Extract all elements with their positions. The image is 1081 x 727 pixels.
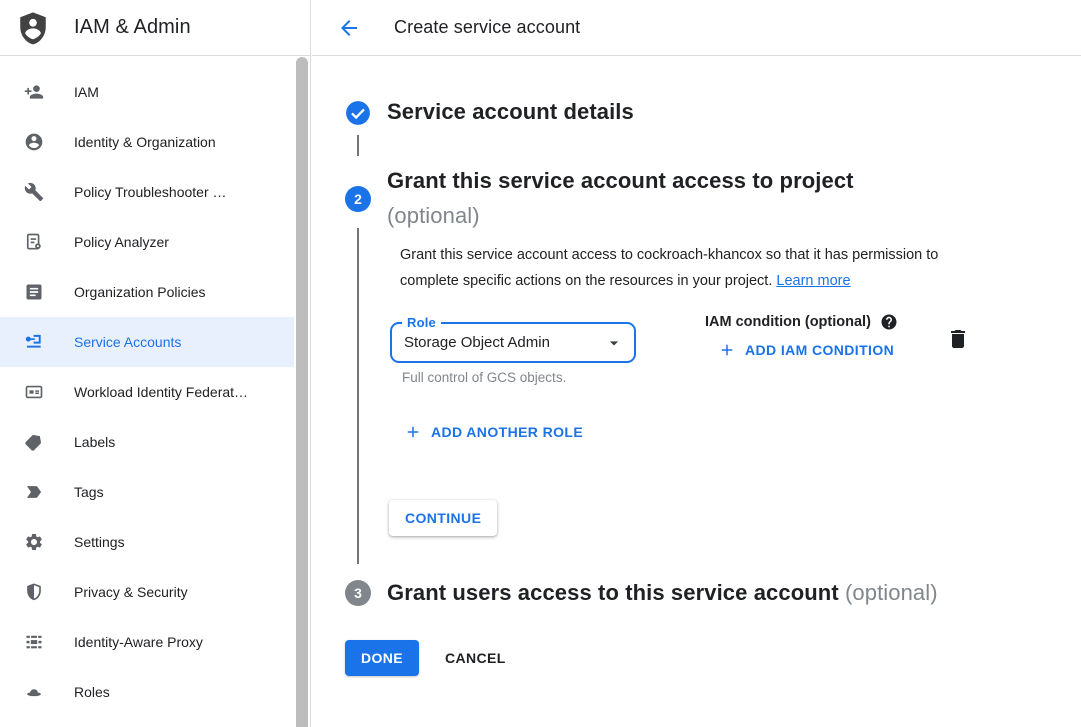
role-selected-value: Storage Object Admin xyxy=(404,334,550,351)
add-another-role-button[interactable]: ADD ANOTHER ROLE xyxy=(404,423,583,441)
sidebar-item-settings[interactable]: Settings xyxy=(0,517,294,567)
chevron-down-icon xyxy=(604,333,624,353)
sidebar-item-policy-troubleshooter[interactable]: Policy Troubleshooter … xyxy=(0,167,294,217)
iam-condition-label: IAM condition (optional) xyxy=(705,314,871,330)
role-field-label: Role xyxy=(402,315,441,330)
sidebar-item-identity-aware-proxy[interactable]: Identity-Aware Proxy xyxy=(0,617,294,667)
person-add-icon xyxy=(24,82,44,102)
sidebar-item-label: Identity & Organization xyxy=(74,134,216,150)
sidebar-nav: IAM Identity & Organization Policy Troub… xyxy=(0,67,294,717)
product-title: IAM & Admin xyxy=(74,16,191,39)
iam-admin-shield-icon xyxy=(16,11,50,45)
sidebar-item-labels[interactable]: Labels xyxy=(0,417,294,467)
sidebar-item-label: Tags xyxy=(74,484,104,500)
back-button[interactable] xyxy=(337,16,361,40)
add-iam-condition-label: ADD IAM CONDITION xyxy=(745,342,894,358)
wrench-icon xyxy=(24,182,44,202)
step2-title: Grant this service account access to pro… xyxy=(387,168,854,194)
sidebar-item-roles[interactable]: Roles xyxy=(0,667,294,717)
hat-icon xyxy=(24,682,44,702)
sidebar: IAM & Admin IAM Identity & Organization … xyxy=(0,0,311,727)
sidebar-item-label: Privacy & Security xyxy=(74,584,188,600)
add-iam-condition-button[interactable]: ADD IAM CONDITION xyxy=(718,341,894,359)
sidebar-item-identity-organization[interactable]: Identity & Organization xyxy=(0,117,294,167)
sidebar-item-label: Roles xyxy=(74,684,110,700)
page-title: Create service account xyxy=(394,17,580,38)
id-card-icon xyxy=(24,382,44,402)
gear-icon xyxy=(24,532,44,552)
step3-title-text: Grant users access to this service accou… xyxy=(387,580,839,605)
tag-arrow-icon xyxy=(24,482,44,502)
iam-condition-header: IAM condition (optional) xyxy=(705,313,898,331)
account-circle-icon xyxy=(24,132,44,152)
plus-icon xyxy=(718,341,736,359)
sidebar-item-tags[interactable]: Tags xyxy=(0,467,294,517)
shield-half-icon xyxy=(24,582,44,602)
trash-icon xyxy=(946,327,970,353)
page-header: Create service account xyxy=(312,0,1081,56)
step-connector xyxy=(357,228,359,564)
sidebar-item-iam[interactable]: IAM xyxy=(0,67,294,117)
step2-description-text: Grant this service account access to coc… xyxy=(400,247,938,289)
role-helper-text: Full control of GCS objects. xyxy=(402,370,566,385)
step-connector xyxy=(357,135,359,156)
delete-role-button[interactable] xyxy=(946,327,972,353)
proxy-grid-icon xyxy=(24,632,44,652)
sidebar-header: IAM & Admin xyxy=(0,0,310,56)
cancel-button[interactable]: CANCEL xyxy=(437,640,514,676)
service-account-icon xyxy=(24,332,44,352)
sidebar-item-workload-identity-federation[interactable]: Workload Identity Federat… xyxy=(0,367,294,417)
continue-button[interactable]: CONTINUE xyxy=(389,500,497,536)
sidebar-item-label: Policy Troubleshooter … xyxy=(74,184,227,200)
plus-icon xyxy=(404,423,422,441)
step3-optional-label: (optional) xyxy=(845,580,938,605)
sidebar-item-organization-policies[interactable]: Organization Policies xyxy=(0,267,294,317)
sidebar-item-label: Policy Analyzer xyxy=(74,234,169,250)
step1-title: Service account details xyxy=(387,99,634,125)
step3-circle: 3 xyxy=(345,580,371,606)
sidebar-item-label: Labels xyxy=(74,434,115,450)
sidebar-item-policy-analyzer[interactable]: Policy Analyzer xyxy=(0,217,294,267)
sidebar-item-service-accounts[interactable]: Service Accounts xyxy=(0,317,294,367)
add-another-role-label: ADD ANOTHER ROLE xyxy=(431,424,583,440)
article-icon xyxy=(24,282,44,302)
sidebar-item-privacy-security[interactable]: Privacy & Security xyxy=(0,567,294,617)
step1-complete-check-icon xyxy=(345,100,371,126)
sidebar-item-label: Settings xyxy=(74,534,125,550)
step2-description: Grant this service account access to coc… xyxy=(400,242,992,294)
learn-more-link[interactable]: Learn more xyxy=(776,273,850,289)
app-window: IAM & Admin IAM Identity & Organization … xyxy=(0,0,1081,727)
help-icon[interactable] xyxy=(880,313,898,331)
done-button[interactable]: DONE xyxy=(345,640,419,676)
sidebar-item-label: Organization Policies xyxy=(74,284,206,300)
policy-analyzer-icon xyxy=(24,232,44,252)
step2-circle: 2 xyxy=(345,186,371,212)
sidebar-item-label: Workload Identity Federat… xyxy=(74,384,248,400)
sidebar-item-label: Identity-Aware Proxy xyxy=(74,634,203,650)
sidebar-item-label: IAM xyxy=(74,84,99,100)
sidebar-scrollbar-thumb[interactable] xyxy=(296,57,308,727)
role-select[interactable]: Role Storage Object Admin xyxy=(390,322,636,363)
step3-title: Grant users access to this service accou… xyxy=(387,580,938,606)
back-arrow-icon xyxy=(337,16,361,40)
step2-optional-label: (optional) xyxy=(387,203,480,229)
sidebar-item-label: Service Accounts xyxy=(74,334,181,350)
label-icon xyxy=(24,432,44,452)
